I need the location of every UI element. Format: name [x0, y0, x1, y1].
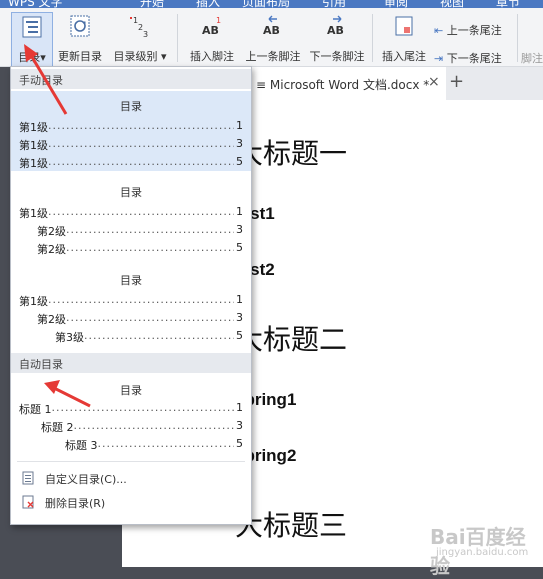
insert-endnote-label: 插入尾注	[382, 50, 426, 63]
toc-level-label: 目录级别 ▾	[113, 50, 167, 63]
toc-line: 第3级.....................................…	[55, 329, 243, 344]
watermark-url: jingyan.baidu.com	[436, 547, 529, 558]
prev-footnote-icon: AB	[263, 15, 280, 37]
toc-line: 第1级.....................................…	[19, 293, 243, 308]
svg-text:AB: AB	[263, 24, 280, 37]
svg-text:3: 3	[143, 30, 148, 38]
toc-line: 第2级.....................................…	[37, 311, 243, 326]
auto-toc-header: 自动目录	[11, 353, 251, 373]
insert-endnote-button[interactable]: 插入尾注	[378, 12, 430, 66]
document-tab-bar: ≡ Microsoft Word 文档.docx * × +	[250, 67, 543, 100]
manual-toc-style-2[interactable]: 目录 第1级..................................…	[11, 177, 251, 257]
svg-text:AB: AB	[327, 24, 344, 37]
toc-line: 第2级.....................................…	[37, 223, 243, 238]
custom-toc-label: 自定义目录(C)...	[45, 473, 127, 486]
toc-line: 标题 2....................................…	[41, 419, 243, 434]
toc-level-button[interactable]: 1 2 3 目录级别 ▾	[110, 12, 170, 66]
toc-line: 标题 3....................................…	[65, 437, 243, 452]
manual-toc-style-1[interactable]: 目录 第1级..................................…	[11, 91, 251, 171]
toc-line: 第1级.....................................…	[19, 205, 243, 220]
close-icon[interactable]: ×	[428, 74, 440, 90]
manual-toc-header: 手动目录	[11, 69, 251, 89]
auto-toc-style[interactable]: 目录 标题 1.................................…	[11, 375, 251, 455]
next-footnote-icon: AB	[327, 15, 344, 37]
toc-style-title: 目录	[120, 384, 142, 397]
insert-footnote-icon: AB 1	[202, 16, 221, 37]
baidu-watermark: Bai百度经验 jingyan.baidu.com	[430, 521, 540, 578]
insert-footnote-label: 插入脚注	[190, 50, 234, 63]
delete-toc-label: 删除目录(R)	[45, 497, 106, 510]
prev-endnote-icon: ⇤	[434, 24, 444, 37]
toc-label: 目录▾	[18, 51, 46, 64]
document-tab-title: ≡ Microsoft Word 文档.docx *	[256, 78, 430, 92]
toc-style-title: 目录	[120, 274, 142, 287]
next-endnote-button[interactable]: ⇥ 下一条尾注	[434, 50, 502, 66]
document-tab[interactable]: ≡ Microsoft Word 文档.docx * ×	[250, 67, 446, 100]
title-bar: WPS 文字 开始 插入 页面布局 引用 审阅 视图 章节	[0, 0, 543, 9]
update-toc-icon	[70, 15, 90, 37]
new-tab-icon[interactable]: +	[449, 71, 464, 92]
toc-line: 第2级.....................................…	[37, 241, 243, 256]
footnote-more-button[interactable]: 脚注	[521, 50, 543, 66]
insert-footnote-button[interactable]: AB 1 插入脚注	[184, 12, 240, 66]
update-toc-label: 更新目录	[58, 50, 102, 63]
toc-button[interactable]: 目录▾	[11, 12, 53, 68]
manual-toc-style-3[interactable]: 目录 第1级..................................…	[11, 265, 251, 345]
toc-line: 标题 1....................................…	[19, 401, 243, 416]
toc-dropdown-menu: 手动目录 目录 第1级.............................…	[10, 66, 252, 525]
insert-endnote-icon	[395, 16, 413, 36]
svg-text:1: 1	[216, 16, 221, 25]
toc-line: 第1级.....................................…	[19, 119, 243, 134]
toc-line: 第1级.....................................…	[19, 137, 243, 152]
toc-level-icon: 1 2 3	[130, 16, 148, 38]
prev-footnote-label: 上一条脚注	[245, 50, 301, 63]
update-toc-button[interactable]: 更新目录	[55, 12, 105, 66]
prev-endnote-button[interactable]: ⇤ 上一条尾注	[434, 22, 502, 38]
next-footnote-button[interactable]: AB 下一条脚注	[306, 12, 368, 66]
delete-toc-icon	[22, 495, 34, 509]
ribbon-separator	[177, 14, 178, 62]
ribbon-references: 目录▾ 更新目录 1 2 3 目录级别 ▾ AB 1 插入脚注 AB 上一条脚注	[0, 8, 543, 68]
toc-style-title: 目录	[120, 100, 142, 113]
toc-line: 第1级.....................................…	[19, 155, 243, 170]
menu-divider	[17, 461, 245, 462]
next-footnote-label: 下一条脚注	[309, 50, 365, 63]
delete-toc-item[interactable]: 删除目录(R)	[11, 491, 251, 513]
svg-text:AB: AB	[202, 24, 219, 37]
prev-footnote-button[interactable]: AB 上一条脚注	[242, 12, 304, 66]
toc-icon	[22, 16, 42, 38]
toc-style-title: 目录	[120, 186, 142, 199]
ribbon-separator	[372, 14, 373, 62]
next-endnote-icon: ⇥	[434, 52, 444, 65]
custom-toc-item[interactable]: 自定义目录(C)...	[11, 467, 251, 489]
custom-toc-icon	[22, 471, 34, 485]
ribbon-separator	[517, 14, 518, 62]
